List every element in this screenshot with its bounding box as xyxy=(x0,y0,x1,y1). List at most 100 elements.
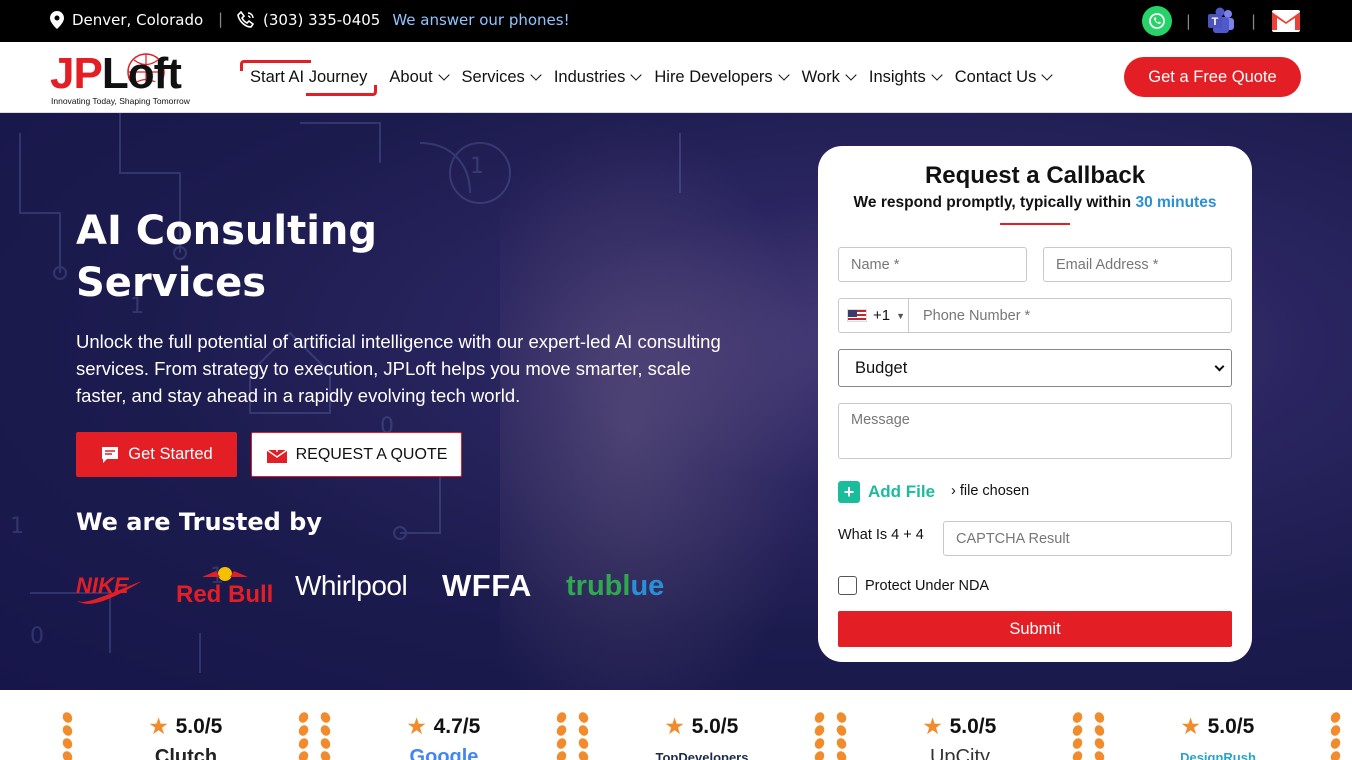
captcha-input[interactable]: CAPTCHA Result xyxy=(943,521,1232,556)
nav-label: Work xyxy=(801,67,840,86)
nav-insights[interactable]: Insights xyxy=(869,68,943,87)
nav-label: Industries xyxy=(553,67,626,86)
truublue-logo: trubl ue xyxy=(566,561,664,611)
rating-score: ★ 5.0/5 xyxy=(57,714,315,739)
budget-select[interactable]: Budget xyxy=(838,349,1232,387)
rating-upcity[interactable]: ★ 5.0/5 UpCity xyxy=(831,690,1089,760)
add-file-label: Add File xyxy=(868,482,936,501)
logo-jp: JP xyxy=(50,49,103,98)
request-quote-label: REQUEST A QUOTE xyxy=(295,445,448,463)
wffa-logo: WFFA xyxy=(442,561,532,611)
nav-label: Hire Developers xyxy=(654,67,773,86)
nda-checkbox[interactable] xyxy=(838,576,857,595)
hero-section: 101011 AI Consulting Services Unlock the… xyxy=(0,113,1352,690)
truublue-text-blue: ue xyxy=(630,569,665,602)
nav-contact-us[interactable]: Contact Us xyxy=(954,67,1054,87)
rating-score: ★ 5.0/5 xyxy=(573,714,831,739)
wffa-text: WFFA xyxy=(442,568,532,603)
divider: | xyxy=(1250,12,1256,30)
form-subtitle: We respond promptly, typically within 30… xyxy=(818,194,1252,212)
gmail-icon[interactable] xyxy=(1270,6,1302,36)
nav-start-ai-journey[interactable]: Start AI Journey xyxy=(240,59,378,96)
request-quote-button[interactable]: REQUEST A QUOTE xyxy=(251,432,462,477)
laurel-right-icon xyxy=(1070,710,1089,760)
get-started-label: Get Started xyxy=(128,445,213,463)
rating-score: ★ 5.0/5 xyxy=(1089,714,1347,739)
form-subtitle-text: We respond promptly, typically within xyxy=(853,194,1132,211)
chevron-down-icon xyxy=(931,68,943,81)
platform-name: DesignRush xyxy=(1180,750,1256,760)
budget-value: Budget xyxy=(855,358,908,377)
hero-title: AI Consulting Services xyxy=(76,208,378,306)
whatsapp-icon[interactable] xyxy=(1141,6,1172,36)
teams-icon[interactable]: T xyxy=(1205,6,1237,36)
nav-label: Contact Us xyxy=(954,67,1037,86)
ratings-strip: ★ 5.0/5 Clutch ★ 4.7/5 Google ★ 5.0/5 TopDe… xyxy=(0,690,1352,760)
nav-services[interactable]: Services xyxy=(461,67,542,87)
truublue-text-green: trubl xyxy=(566,569,631,602)
location-pin-icon xyxy=(50,11,64,29)
platform-name: Google xyxy=(409,746,479,760)
phone-link[interactable]: (303) 335-0405 We answer our phones! xyxy=(237,11,570,29)
caret-down-icon: ▼ xyxy=(896,310,906,321)
platform-name: TopDevelopers xyxy=(655,750,749,760)
location: Denver, Colorado xyxy=(50,11,203,29)
svg-text:1: 1 xyxy=(10,514,24,539)
country-code-selector[interactable]: +1 ▼ xyxy=(839,299,909,332)
phone-input[interactable]: Phone Number * xyxy=(909,308,1030,324)
chevron-down-icon xyxy=(630,68,643,81)
rating-google[interactable]: ★ 4.7/5 Google xyxy=(315,690,573,760)
nav-industries[interactable]: Industries xyxy=(553,67,643,87)
star-icon: ★ xyxy=(665,716,684,738)
nike-logo: NIKE xyxy=(76,561,142,611)
score-value: 5.0/5 xyxy=(691,714,739,738)
redbull-text: Red Bull xyxy=(176,581,274,608)
answer-text: We answer our phones! xyxy=(392,11,570,29)
svg-text:0: 0 xyxy=(30,624,44,649)
phone-input-group: +1 ▼ Phone Number * xyxy=(838,298,1232,333)
main-navigation: JPLoft Innovating Today, Shaping Tomorro… xyxy=(0,42,1352,113)
form-subtitle-highlight: 30 minutes xyxy=(1135,194,1217,211)
laurel-right-icon xyxy=(296,710,315,760)
top-bar: Denver, Colorado | (303) 335-0405 We ans… xyxy=(0,0,1352,42)
chevron-down-icon xyxy=(437,68,450,81)
country-code: +1 xyxy=(873,307,891,324)
file-status: › file chosen xyxy=(951,483,1030,499)
rating-clutch[interactable]: ★ 5.0/5 Clutch xyxy=(57,690,315,760)
message-textarea[interactable]: Message xyxy=(838,403,1232,459)
callback-form: Request a Callback We respond promptly, … xyxy=(818,146,1252,662)
chevron-down-icon xyxy=(777,68,790,81)
chevron-down-icon xyxy=(1041,68,1054,81)
nda-checkbox-row[interactable]: Protect Under NDA xyxy=(838,576,989,595)
laurel-right-icon xyxy=(554,710,573,760)
star-icon: ★ xyxy=(1181,716,1200,738)
nav-menu: Start AI Journey About Services Industri… xyxy=(240,42,1065,112)
rating-score: ★ 4.7/5 xyxy=(315,714,573,739)
score-value: 5.0/5 xyxy=(1207,714,1255,738)
rating-topdevelopers[interactable]: ★ 5.0/5 TopDevelopers xyxy=(573,690,831,760)
add-file-icon: + xyxy=(838,481,860,503)
jploft-logo[interactable]: JPLoft Innovating Today, Shaping Tomorro… xyxy=(50,46,200,108)
laurel-right-icon xyxy=(812,710,831,760)
nav-label: Start AI Journey xyxy=(250,67,368,86)
get-started-button[interactable]: Get Started xyxy=(76,432,237,477)
submit-button[interactable]: Submit xyxy=(838,611,1232,647)
get-free-quote-button[interactable]: Get a Free Quote xyxy=(1124,57,1301,97)
name-input[interactable]: Name * xyxy=(838,247,1027,282)
laurel-right-icon xyxy=(1328,710,1347,760)
nav-label: Services xyxy=(461,67,525,86)
rating-designrush[interactable]: ★ 5.0/5 DesignRush xyxy=(1089,690,1347,760)
trusted-by-heading: We are Trusted by xyxy=(76,508,322,536)
add-file-button[interactable]: + Add File xyxy=(838,481,935,503)
chevron-down-icon xyxy=(845,68,857,81)
logo-loft: Loft xyxy=(101,49,182,98)
brand-logos: NIKE Red Bull Whirlpool WFFA trubl ue xyxy=(76,561,696,611)
chat-icon xyxy=(102,446,119,463)
platform-name: UpCity xyxy=(929,746,990,760)
score-value: 5.0/5 xyxy=(175,714,223,738)
email-input[interactable]: Email Address * xyxy=(1043,247,1232,282)
nav-hire-developers[interactable]: Hire Developers xyxy=(654,67,790,87)
star-icon: ★ xyxy=(923,716,942,738)
nav-work[interactable]: Work xyxy=(801,67,857,87)
nav-about[interactable]: About xyxy=(389,68,450,87)
